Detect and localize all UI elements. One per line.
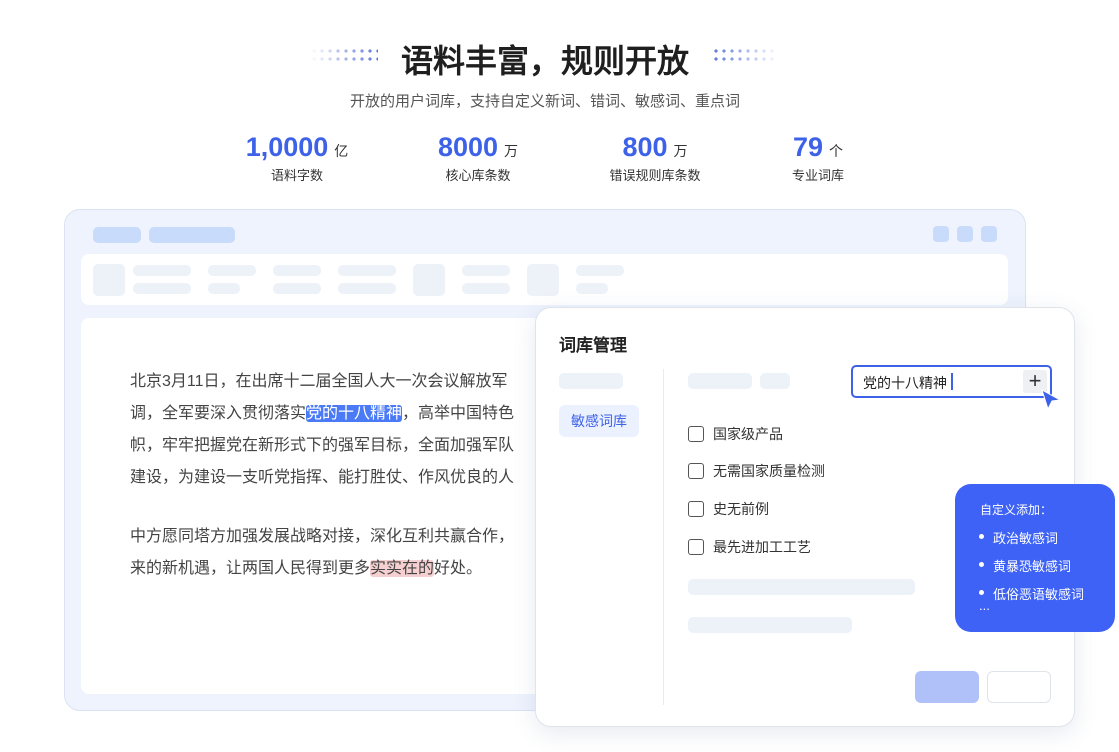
doc-line: 调，全军要深入贯彻落实党的十八精神，高举中国特色: [130, 402, 514, 426]
checkbox[interactable]: [688, 539, 704, 555]
dialog-title: 词库管理: [559, 336, 627, 355]
custom-add-tooltip: 自定义添加： 政治敏感词 黄暴恐敏感词 低俗恶语敏感词 ...: [955, 484, 1115, 632]
doc-line: 来的新机遇，让两国人民得到更多实实在的好处。: [130, 557, 482, 581]
stat-rules: 800 万错误规则库条数: [565, 132, 745, 184]
toolbar-placeholder: [338, 265, 396, 276]
doc-text: ，高举中国特色: [402, 405, 515, 422]
tooltip-item: 黄暴恐敏感词: [979, 556, 1084, 575]
filter-placeholder[interactable]: [760, 373, 790, 389]
checkbox-label: 最先进加工工艺: [713, 539, 811, 555]
toolbar-placeholder: [133, 283, 191, 294]
toolbar-button[interactable]: [413, 264, 445, 296]
doc-line: 北京3月11日，在出席十二届全国人大一次会议解放军: [130, 373, 508, 390]
stat-unit: 万: [673, 143, 688, 159]
page-subtitle: 开放的用户词库，支持自定义新词、错词、敏感词、重点词: [349, 93, 740, 110]
doc-line: 中方愿同塔方加强发展战略对接，深化互利共赢合作，: [130, 528, 515, 545]
stat-unit: 个: [829, 143, 844, 159]
toolbar-placeholder: [462, 283, 510, 294]
window-tab-placeholder: [93, 227, 141, 243]
doc-text: 好处。: [434, 560, 483, 577]
toolbar-placeholder: [208, 283, 240, 294]
toolbar-placeholder: [576, 265, 624, 276]
checkbox-label: 国家级产品: [713, 426, 783, 442]
highlight-selected[interactable]: 党的十八精神: [306, 405, 403, 422]
confirm-button[interactable]: [915, 671, 979, 703]
divider: [663, 369, 664, 705]
window-control[interactable]: [933, 226, 949, 242]
word-input-value: 党的十八精神: [863, 375, 947, 391]
list-placeholder: [688, 579, 915, 595]
tooltip-item: 低俗恶语敏感词: [979, 584, 1084, 603]
stat-value: 79: [792, 132, 824, 162]
stat-value: 800: [622, 132, 668, 162]
stat-value: 1,0000: [245, 132, 329, 162]
stat-lexicons: 79 个专业词库: [728, 132, 908, 184]
doc-line: 建设，为建设一支听党指挥、能打胜仗、作风优良的人: [130, 469, 515, 486]
filter-placeholder[interactable]: [688, 373, 752, 389]
category-placeholder[interactable]: [559, 373, 623, 389]
list-placeholder: [688, 617, 852, 633]
toolbar: [81, 254, 1008, 305]
word-input[interactable]: 党的十八精神 +: [851, 365, 1052, 398]
toolbar-button[interactable]: [527, 264, 559, 296]
checkbox[interactable]: [688, 501, 704, 517]
tooltip-item: 政治敏感词: [979, 528, 1084, 547]
doc-line: 帜，牢牢把握党在新形式下的强军目标，全面加强军队: [130, 437, 515, 454]
toolbar-placeholder: [273, 265, 321, 276]
tooltip-title: 自定义添加：: [980, 503, 1053, 517]
stat-label: 专业词库: [791, 168, 844, 183]
checkbox[interactable]: [688, 463, 704, 479]
toolbar-placeholder: [208, 265, 256, 276]
window-control[interactable]: [957, 226, 973, 242]
window-control[interactable]: [981, 226, 997, 242]
stat-corpus: 1,0000 亿语料字数: [207, 132, 387, 184]
page-title: 语料丰富，规则开放: [400, 43, 689, 79]
category-sensitive[interactable]: 敏感词库: [559, 405, 639, 437]
mouse-pointer-icon: [1041, 388, 1062, 411]
text-cursor: [951, 373, 953, 390]
doc-text: 调，全军要深入贯彻落实: [130, 405, 307, 422]
stat-value: 8000: [437, 132, 499, 162]
stat-unit: 亿: [334, 143, 349, 159]
toolbar-placeholder: [462, 265, 510, 276]
checkbox-label: 史无前例: [713, 501, 769, 517]
stat-label: 核心库条数: [445, 168, 511, 183]
checkbox[interactable]: [688, 426, 704, 442]
stat-unit: 万: [504, 143, 519, 159]
highlight-error[interactable]: 实实在的: [370, 560, 435, 577]
stat-core: 8000 万核心库条数: [388, 132, 568, 184]
toolbar-placeholder: [576, 283, 608, 294]
checkbox-label: 无需国家质量检测: [713, 463, 825, 479]
toolbar-button[interactable]: [93, 264, 125, 296]
document-body[interactable]: 北京3月11日，在出席十二届全国人大一次会议解放军 调，全军要深入贯彻落实党的十…: [81, 318, 581, 694]
toolbar-placeholder: [133, 265, 191, 276]
toolbar-placeholder: [273, 283, 321, 294]
cancel-button[interactable]: [987, 671, 1051, 703]
doc-text: 来的新机遇，让两国人民得到更多: [130, 560, 371, 577]
toolbar-placeholder: [338, 283, 396, 294]
stat-label: 错误规则库条数: [609, 168, 701, 183]
tooltip-more: ...: [979, 598, 990, 613]
stat-label: 语料字数: [270, 168, 323, 183]
window-tab-placeholder: [149, 227, 235, 243]
